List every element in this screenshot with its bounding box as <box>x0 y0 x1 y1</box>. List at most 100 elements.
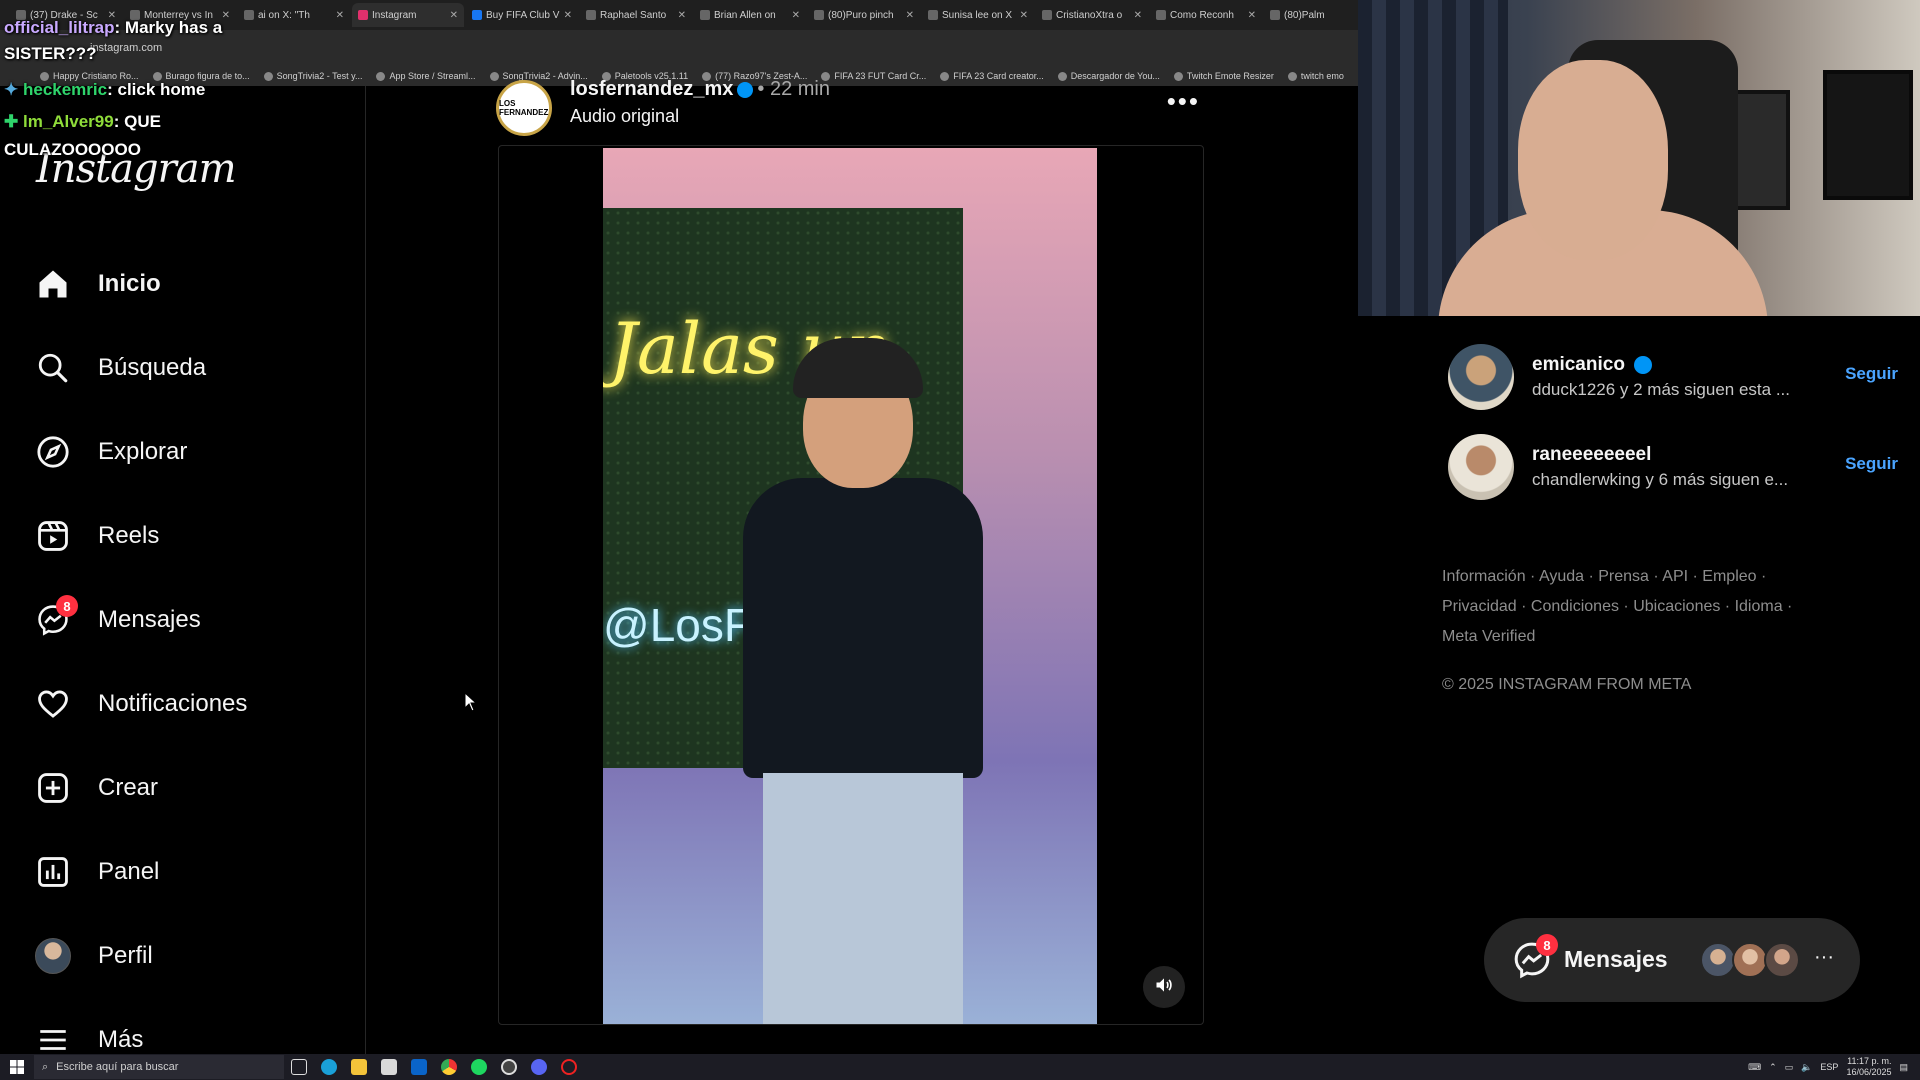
unread-badge: 8 <box>1536 934 1558 956</box>
close-tab-icon[interactable]: ✕ <box>1248 10 1256 21</box>
footer-link[interactable]: Privacidad <box>1442 598 1517 615</box>
opera-icon[interactable] <box>554 1054 584 1080</box>
network-icon[interactable]: ▭ <box>1785 1062 1794 1073</box>
verified-badge-icon <box>737 81 754 98</box>
post-audio-link[interactable]: Audio original <box>570 106 679 127</box>
obs-icon[interactable] <box>494 1054 524 1080</box>
unread-badge: 8 <box>56 595 78 617</box>
nav-item-mensajes[interactable]: 8 Mensajes <box>34 592 344 648</box>
post-media-frame: Jalas un @LosFernan <box>498 145 1204 1025</box>
browser-tab[interactable]: Sunisa lee on X ✕ <box>922 3 1034 27</box>
nav-item-panel[interactable]: Panel <box>34 844 344 900</box>
nav-label: Reels <box>98 522 160 549</box>
nav-label: Perfil <box>98 942 153 969</box>
person-cap <box>793 338 923 398</box>
footer-link[interactable]: Idioma <box>1735 598 1783 615</box>
search-icon: ⌕ <box>42 1060 49 1073</box>
store-icon[interactable] <box>374 1054 404 1080</box>
close-tab-icon[interactable]: ✕ <box>450 10 458 21</box>
browser-tab[interactable]: Como Reconh ✕ <box>1150 3 1262 27</box>
speaker-icon <box>1154 975 1174 1000</box>
footer-link[interactable]: Ubicaciones <box>1633 598 1720 615</box>
notifications-icon[interactable]: ▤ <box>1899 1062 1908 1073</box>
footer-link[interactable]: Empleo <box>1702 568 1756 585</box>
avatar[interactable] <box>1448 434 1514 500</box>
home-icon <box>34 265 72 303</box>
outlook-icon[interactable] <box>404 1054 434 1080</box>
compass-icon <box>34 433 72 471</box>
bookmark[interactable]: SongTrivia2 - Test y... <box>263 71 362 81</box>
suggestion-context: dduck1226 y 2 más siguen esta ... <box>1532 380 1790 399</box>
browser-tab[interactable]: Raphael Santo ✕ <box>580 3 692 27</box>
follow-button[interactable]: Seguir <box>1845 364 1898 384</box>
avatar[interactable] <box>1448 344 1514 410</box>
nav-item-perfil[interactable]: Perfil <box>34 928 344 984</box>
browser-tab[interactable]: ai on X: "Th ✕ <box>238 3 350 27</box>
audio-toggle-button[interactable] <box>1143 966 1185 1008</box>
footer-link[interactable]: Condiciones <box>1531 598 1619 615</box>
taskbar-search[interactable]: ⌕ Escribe aquí para buscar <box>34 1055 284 1079</box>
more-options-icon[interactable]: ••• <box>1167 86 1200 117</box>
chrome-icon[interactable] <box>434 1054 464 1080</box>
nav-item-busqueda[interactable]: Búsqueda <box>34 340 344 396</box>
footer-link[interactable]: Prensa <box>1598 568 1649 585</box>
browser-tab[interactable]: Buy FIFA Club V ✕ <box>466 3 578 27</box>
suggestion-username[interactable]: raneeeeeeeel <box>1532 444 1651 466</box>
close-tab-icon[interactable]: ✕ <box>906 10 914 21</box>
footer-link[interactable]: API <box>1662 568 1688 585</box>
spotify-icon[interactable] <box>464 1054 494 1080</box>
search-icon <box>34 349 72 387</box>
reel-video[interactable]: Jalas un @LosFernan <box>603 148 1097 1024</box>
close-tab-icon[interactable]: ✕ <box>336 10 344 21</box>
footer-link[interactable]: Meta Verified <box>1442 628 1535 645</box>
nav-item-explorar[interactable]: Explorar <box>34 424 344 480</box>
person-jeans <box>763 773 963 1024</box>
nav-item-notificaciones[interactable]: Notificaciones <box>34 676 344 732</box>
close-tab-icon[interactable]: ✕ <box>678 10 686 21</box>
close-tab-icon[interactable]: ✕ <box>222 10 230 21</box>
chevron-up-icon[interactable]: ⌃ <box>1769 1062 1777 1073</box>
browser-tab[interactable]: (80)Palm <box>1264 3 1324 27</box>
file-explorer-icon[interactable] <box>344 1054 374 1080</box>
tab-favicon <box>928 10 938 20</box>
bookmark[interactable]: twitch emo <box>1287 71 1344 81</box>
edge-icon[interactable] <box>314 1054 344 1080</box>
close-tab-icon[interactable]: ✕ <box>564 10 572 21</box>
nav-item-reels[interactable]: Reels <box>34 508 344 564</box>
clock[interactable]: 11:17 p. m. 16/06/2025 <box>1846 1056 1891 1078</box>
volume-icon[interactable]: 🔈 <box>1801 1062 1812 1073</box>
follow-button[interactable]: Seguir <box>1845 454 1898 474</box>
nav-label: Explorar <box>98 438 188 465</box>
windows-start-button[interactable] <box>0 1054 34 1080</box>
nav-item-crear[interactable]: Crear <box>34 760 344 816</box>
browser-tab-active[interactable]: Instagram ✕ <box>352 3 464 27</box>
post-username[interactable]: losfernandez_mx <box>570 78 733 100</box>
discord-icon[interactable] <box>524 1054 554 1080</box>
task-view-icon[interactable] <box>284 1054 314 1080</box>
suggestion-username[interactable]: emicanico <box>1532 354 1656 376</box>
chat-badge-icon: ✚ <box>4 112 19 131</box>
footer-link[interactable]: Ayuda <box>1539 568 1584 585</box>
chat-badge-icon: ✦ <box>4 80 19 99</box>
close-tab-icon[interactable]: ✕ <box>1020 10 1028 21</box>
keyboard-icon[interactable]: ⌨ <box>1748 1062 1761 1073</box>
windows-taskbar: ⌕ Escribe aquí para buscar ⌨ ⌃ ▭ 🔈 ESP 1… <box>0 1054 1920 1080</box>
post-author-avatar[interactable]: LOS FERNANDEZ <box>496 80 552 136</box>
browser-tab[interactable]: CristianoXtra o ✕ <box>1036 3 1148 27</box>
chart-icon <box>34 853 72 891</box>
close-tab-icon[interactable]: ✕ <box>792 10 800 21</box>
suggestion-context: chandlerwking y 6 más siguen e... <box>1532 470 1789 489</box>
bookmark[interactable]: App Store / Streaml... <box>376 71 476 81</box>
messages-floating-button[interactable]: 8 Mensajes ··· <box>1484 918 1860 1002</box>
footer-link[interactable]: Información <box>1442 568 1526 585</box>
verified-badge-icon <box>1634 355 1653 374</box>
language-indicator[interactable]: ESP <box>1820 1062 1838 1072</box>
nav-label: Inicio <box>98 270 161 297</box>
browser-tab[interactable]: Brian Allen on ✕ <box>694 3 806 27</box>
nav-item-inicio[interactable]: Inicio <box>34 256 344 312</box>
address-text[interactable]: instagram.com <box>90 42 162 54</box>
browser-tab[interactable]: (80)Puro pinch ✕ <box>808 3 920 27</box>
chat-message: SISTER??? <box>4 44 97 63</box>
webcam-overlay <box>1358 0 1920 316</box>
close-tab-icon[interactable]: ✕ <box>1134 10 1142 21</box>
